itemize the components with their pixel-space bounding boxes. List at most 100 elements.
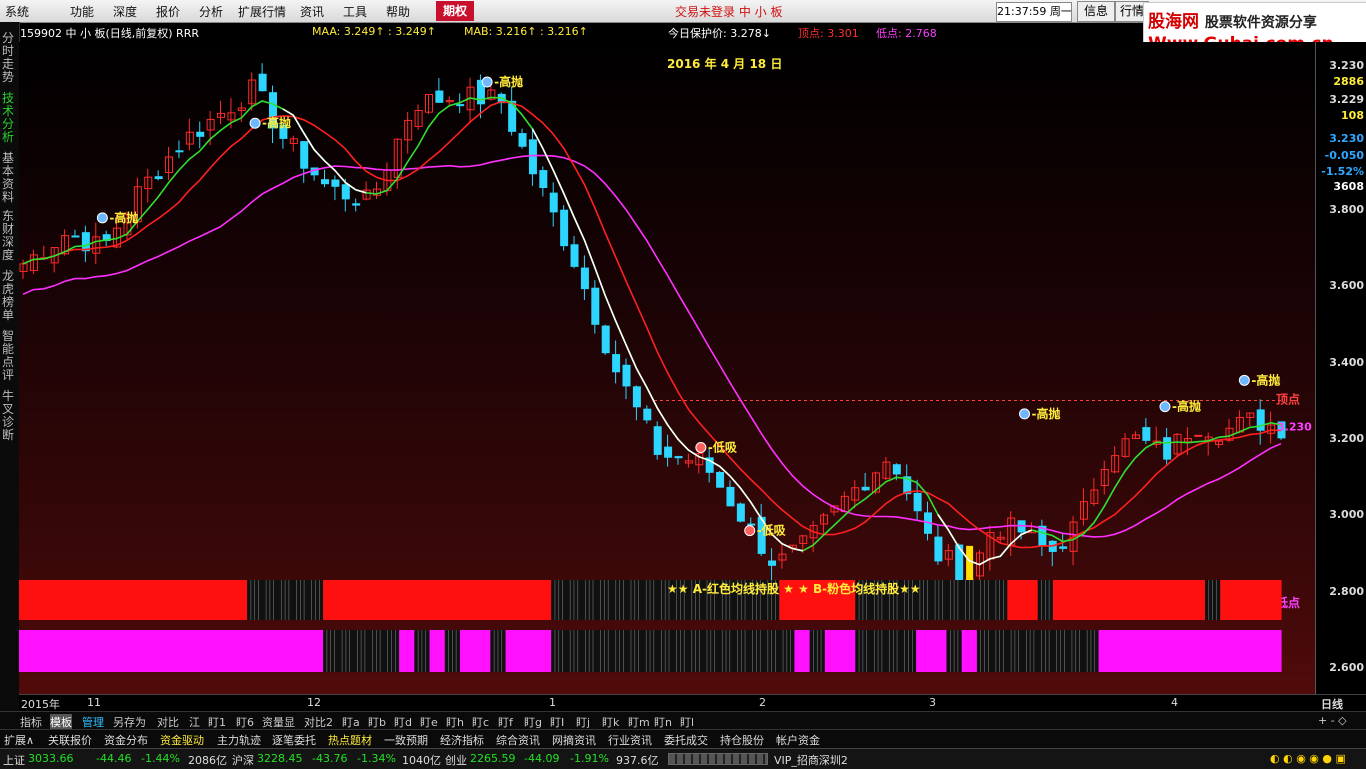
signal-icon-6 xyxy=(1159,401,1171,413)
menu-system[interactable]: 系统 xyxy=(5,3,29,20)
indicator-tab-1[interactable]: 模板 xyxy=(50,714,72,730)
indicator-tab-2[interactable]: 管理 xyxy=(82,714,104,730)
indicator-tab-9[interactable]: 对比2 xyxy=(304,714,333,730)
band-legend: ★★ A-红色均线持股 ★ ★ B-粉色均线持股★★ xyxy=(667,581,921,596)
function-tab-0[interactable]: 扩展∧ xyxy=(4,732,34,748)
rail-item-6[interactable]: 牛叉诊断 xyxy=(2,390,16,442)
indicator-tab-23[interactable]: 盯l xyxy=(680,714,694,730)
indicator-tab-4[interactable]: 对比 xyxy=(157,714,179,730)
left-rail: 分时走势技术分析基本资料东财深度龙虎榜单智能点评牛叉诊断 xyxy=(0,22,20,712)
indicator-tab-bar: + - ◇ 指标 模板 管理 另存为 对比江盯1 盯6 资量显 对比2 盯a 盯b 盯d 盯e 盯h 盯c… xyxy=(0,711,1366,730)
candle-body xyxy=(653,426,662,455)
rail-item-0[interactable]: 分时走势 xyxy=(2,32,16,84)
function-tab-6[interactable]: 热点题材 xyxy=(328,732,372,748)
kline-svg: 顶点低点2016 年 4 月 18 日-高抛-高抛-高抛-低吸-低吸-高抛-高抛… xyxy=(19,56,1312,672)
function-tab-2[interactable]: 资金分布 xyxy=(104,732,148,748)
indicator-tab-17[interactable]: 盯g xyxy=(524,714,542,730)
function-tab-8[interactable]: 经济指标 xyxy=(440,732,484,748)
indicator-tab-16[interactable]: 盯f xyxy=(498,714,513,730)
band-b-on xyxy=(931,630,948,672)
watermark-brand-a: 股海网 xyxy=(1148,12,1199,32)
date-tick-2: 12 xyxy=(307,696,321,709)
info-button[interactable]: 信息 xyxy=(1077,1,1115,22)
quote-panel-value-1: 2886 xyxy=(1333,75,1364,88)
signal-label-7: -高抛 xyxy=(1251,372,1280,387)
band-a-on xyxy=(490,580,507,620)
indicator-tab-3[interactable]: 另存为 xyxy=(113,714,146,730)
candle-body xyxy=(435,90,444,103)
function-tab-14[interactable]: 帐户资金 xyxy=(776,732,820,748)
indicator-tab-7[interactable]: 盯6 xyxy=(236,714,254,730)
sz-index-name[interactable]: 沪深 xyxy=(232,752,254,768)
indicator-tab-13[interactable]: 盯e xyxy=(420,714,438,730)
indicator-tab-10[interactable]: 盯a xyxy=(342,714,360,730)
menu-quote[interactable]: 报价 xyxy=(156,3,180,20)
rail-item-3[interactable]: 东财深度 xyxy=(2,210,16,262)
function-tab-11[interactable]: 行业资讯 xyxy=(608,732,652,748)
function-tab-4[interactable]: 主力轨迹 xyxy=(217,732,261,748)
function-tab-12[interactable]: 委托成交 xyxy=(664,732,708,748)
signal-icon-0 xyxy=(96,212,108,224)
indicator-tab-14[interactable]: 盯h xyxy=(446,714,464,730)
indicator-tab-20[interactable]: 盯k xyxy=(602,714,619,730)
band-b-on xyxy=(1159,630,1176,672)
indicator-tab-11[interactable]: 盯b xyxy=(368,714,386,730)
signal-icon-3 xyxy=(695,441,707,453)
menu-help[interactable]: 帮助 xyxy=(386,3,410,20)
tab-options[interactable]: 期权 xyxy=(436,1,474,21)
period-label[interactable]: 日线 xyxy=(1321,696,1343,712)
function-tab-5[interactable]: 逐笔委托 xyxy=(272,732,316,748)
function-tab-7[interactable]: 一致预期 xyxy=(384,732,428,748)
menu-function[interactable]: 功能 xyxy=(70,3,94,20)
rail-item-1[interactable]: 技术分析 xyxy=(2,92,16,144)
mab-value: MAB: 3.216↑ : 3.216↑ xyxy=(464,25,588,38)
sh-index-amount: 2086亿 xyxy=(188,754,227,767)
band-b-off xyxy=(551,630,567,672)
band-a-on xyxy=(1189,580,1206,620)
zoom-controls[interactable]: + - ◇ xyxy=(1318,714,1347,727)
quote-panel-value-0: 3.230 xyxy=(1329,59,1364,72)
price-tick-4: 3.000 xyxy=(1329,508,1364,522)
menu-extended-quote[interactable]: 扩展行情 xyxy=(238,3,286,20)
band-a-on xyxy=(125,580,142,620)
band-a-on xyxy=(1265,580,1282,620)
menu-analysis[interactable]: 分析 xyxy=(199,3,223,20)
candle-body xyxy=(539,170,548,189)
function-tab-13[interactable]: 持仓股份 xyxy=(720,732,764,748)
rail-item-4[interactable]: 龙虎榜单 xyxy=(2,270,16,322)
bottom-point: 低点: 2.768 xyxy=(876,27,937,40)
candle-body xyxy=(643,408,652,421)
kline-chart[interactable]: 顶点 低点 2016 年 4 月 18 日 -高抛 -高抛 -高抛 -低吸 -低吸 -高抛 -高抛… xyxy=(19,42,1315,694)
rail-item-2[interactable]: 基本资料 xyxy=(2,152,16,204)
band-a-on xyxy=(155,580,172,620)
cy-index-name[interactable]: 创业 xyxy=(445,752,467,768)
function-tab-9[interactable]: 综合资讯 xyxy=(496,732,540,748)
indicator-tab-12[interactable]: 盯d xyxy=(394,714,412,730)
sh-index-name[interactable]: 上证 xyxy=(3,752,25,768)
menu-news[interactable]: 资讯 xyxy=(300,3,324,20)
indicator-tab-21[interactable]: 盯m xyxy=(628,714,650,730)
indicator-tab-8[interactable]: 资量显 xyxy=(262,714,295,730)
function-tab-3[interactable]: 资金驱动 xyxy=(160,732,204,748)
menu-tools[interactable]: 工具 xyxy=(343,3,367,20)
price-tick-0: 3.800 xyxy=(1329,203,1364,217)
indicator-tab-0[interactable]: 指标 xyxy=(20,714,42,730)
function-tab-1[interactable]: 关联报价 xyxy=(48,732,92,748)
rail-item-5[interactable]: 智能点评 xyxy=(2,330,16,382)
stock-code-name: 159902 中 小 板(日线,前复权) RRR xyxy=(20,27,199,40)
band-a-off xyxy=(992,580,1008,620)
band-b-on xyxy=(140,630,157,672)
band-a-on xyxy=(475,580,491,620)
menu-depth[interactable]: 深度 xyxy=(113,3,137,20)
candle-body xyxy=(1256,409,1265,431)
indicator-tab-22[interactable]: 盯n xyxy=(654,714,672,730)
signal-label-6: -高抛 xyxy=(1172,399,1201,414)
band-a-on xyxy=(1007,580,1024,620)
indicator-tab-18[interactable]: 盯I xyxy=(550,714,564,730)
indicator-tab-5[interactable]: 江 xyxy=(189,714,200,730)
indicator-tab-15[interactable]: 盯c xyxy=(472,714,489,730)
sh-index-pct: -1.44% xyxy=(141,752,180,765)
function-tab-10[interactable]: 网摘资讯 xyxy=(552,732,596,748)
indicator-tab-19[interactable]: 盯j xyxy=(576,714,590,730)
indicator-tab-6[interactable]: 盯1 xyxy=(208,714,226,730)
